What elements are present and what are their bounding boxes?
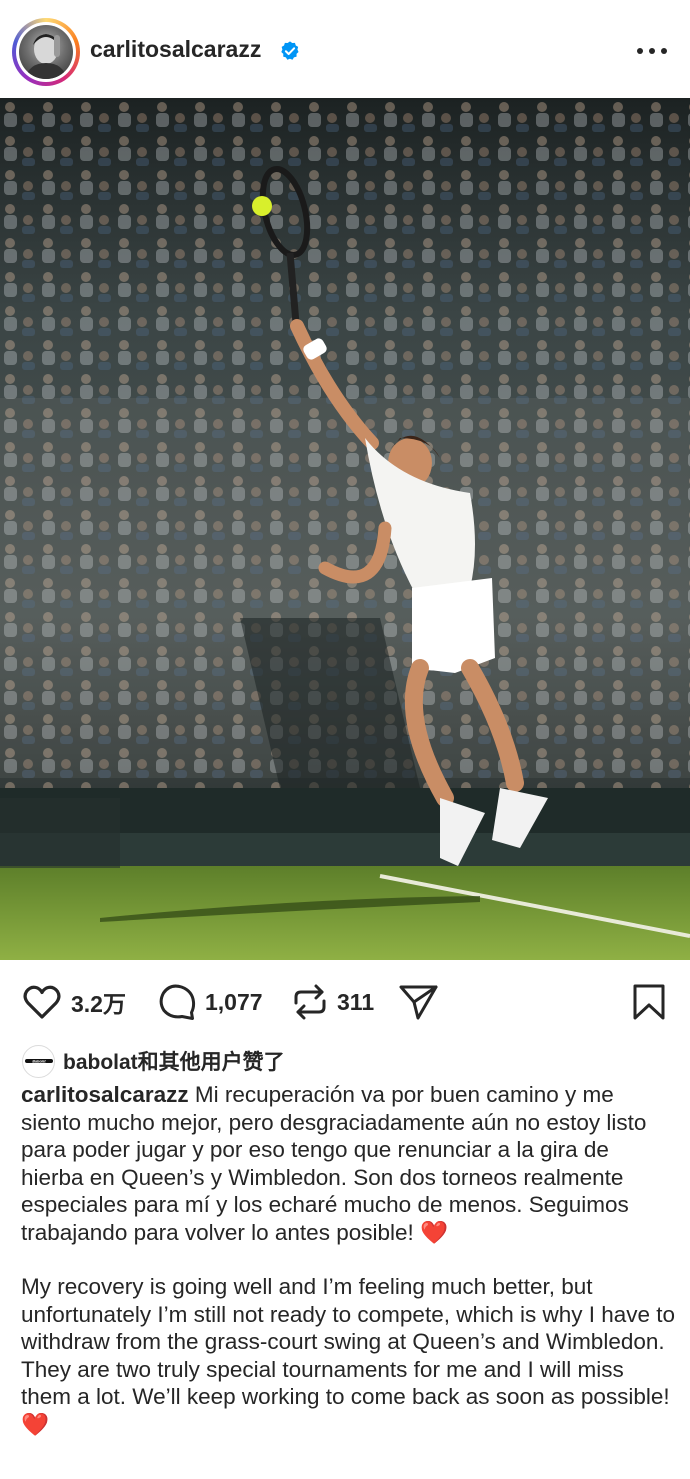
tennis-serve-image <box>0 98 690 960</box>
repost-icon <box>294 984 326 1020</box>
more-dot <box>637 48 643 54</box>
heart-emoji: ❤️ <box>420 1219 449 1245</box>
avatar[interactable] <box>16 22 76 82</box>
liked-by-row[interactable]: Babolat babolat和其他用户赞了 <box>22 1043 285 1079</box>
send-icon <box>399 985 438 1020</box>
like-button[interactable]: 3.2万 <box>22 978 126 1026</box>
reposts-count: 311 <box>337 988 375 1015</box>
caption-english: My recovery is going well and I’m feelin… <box>21 1273 676 1438</box>
bookmark-icon <box>633 984 665 1020</box>
comment-icon <box>159 984 196 1020</box>
avatar-image <box>19 25 73 79</box>
verified-badge-icon <box>281 41 299 60</box>
comments-count: 1,077 <box>205 988 263 1015</box>
more-options-icon[interactable] <box>637 40 667 62</box>
caption-username[interactable]: carlitosalcarazz <box>21 1082 189 1107</box>
repost-button[interactable]: 311 <box>292 978 374 1026</box>
caption-english-text: My recovery is going well and I’m feelin… <box>21 1274 676 1409</box>
story-ring[interactable] <box>12 18 80 86</box>
post-header: carlitosalcarazz <box>0 0 690 100</box>
liked-by-text[interactable]: babolat和其他用户赞了 <box>63 1046 285 1076</box>
comment-button[interactable]: 1,077 <box>158 978 263 1026</box>
action-bar: 3.2万 1,077 311 <box>0 978 690 1026</box>
babolat-avatar[interactable]: Babolat <box>22 1044 55 1078</box>
more-dot <box>649 48 655 54</box>
more-dot <box>661 48 667 54</box>
heart-icon <box>23 985 61 1019</box>
heart-emoji: ❤️ <box>21 1411 50 1437</box>
likes-count: 3.2万 <box>71 991 126 1017</box>
svg-text:Babolat: Babolat <box>32 1060 46 1064</box>
post-caption: carlitosalcarazz Mi recuperación va por … <box>21 1081 676 1438</box>
share-button[interactable] <box>398 978 440 1026</box>
username-link[interactable]: carlitosalcarazz <box>90 36 261 63</box>
caption-spanish: carlitosalcarazz Mi recuperación va por … <box>21 1081 676 1246</box>
save-button[interactable] <box>632 978 666 1026</box>
post-photo[interactable] <box>0 98 690 960</box>
babolat-logo-icon: Babolat <box>24 1059 53 1064</box>
